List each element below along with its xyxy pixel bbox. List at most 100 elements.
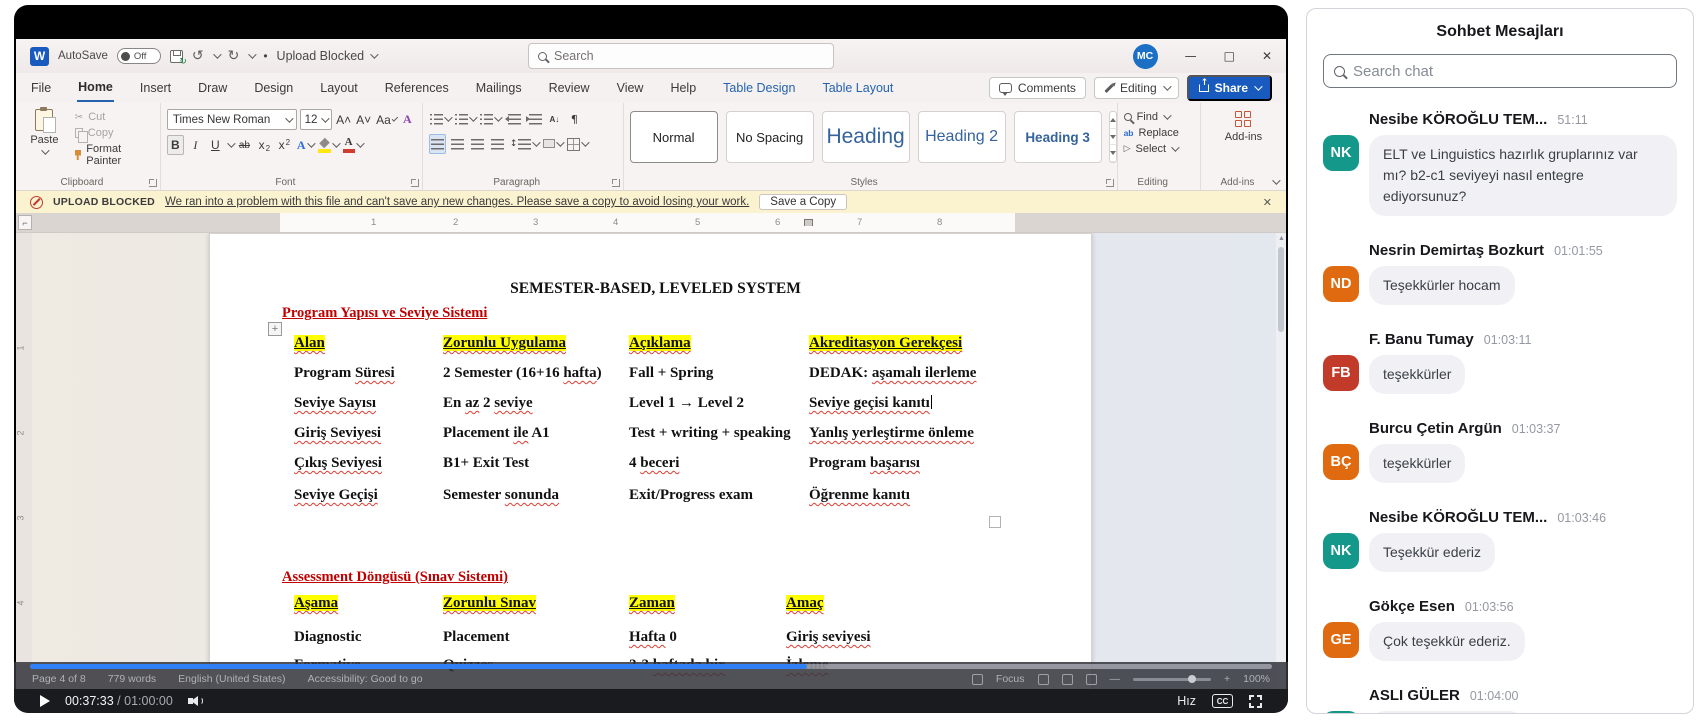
format-painter-button[interactable]: Format Painter: [75, 143, 154, 167]
upload-status-button[interactable]: Upload Blocked: [277, 49, 377, 63]
strikethrough-button[interactable]: ab: [236, 135, 253, 155]
zoom-out-button[interactable]: —: [1110, 673, 1121, 685]
bold-button[interactable]: B: [167, 135, 184, 155]
zoom-level[interactable]: 100%: [1243, 673, 1270, 685]
cut-button[interactable]: ✂Cut: [75, 111, 154, 123]
chat-search-box[interactable]: [1323, 54, 1677, 88]
tab-table-layout[interactable]: Table Layout: [821, 75, 894, 101]
style-normal[interactable]: Normal: [630, 111, 718, 163]
dialog-launcher-icon[interactable]: [1106, 179, 1114, 187]
document-page[interactable]: SEMESTER-BASED, LEVELED SYSTEM Program Y…: [209, 233, 1092, 713]
web-layout-icon[interactable]: [1086, 674, 1097, 685]
comments-button[interactable]: Comments: [989, 77, 1086, 99]
style-heading-3[interactable]: Heading 3: [1014, 111, 1102, 163]
document-scrollbar[interactable]: ▲: [1276, 233, 1286, 713]
share-button[interactable]: ↑ Share: [1187, 75, 1272, 101]
tab-design[interactable]: Design: [253, 75, 294, 101]
print-layout-icon[interactable]: [1062, 674, 1073, 685]
page-indicator[interactable]: Page 4 of 8: [32, 673, 86, 685]
superscript-button[interactable]: x2: [276, 135, 293, 155]
focus-button[interactable]: Focus: [996, 673, 1025, 685]
select-button[interactable]: ▷Select: [1124, 143, 1194, 155]
show-formatting-button[interactable]: ¶: [566, 109, 583, 129]
style-no-spacing[interactable]: No Spacing: [726, 111, 814, 163]
dialog-launcher-icon[interactable]: [411, 179, 419, 187]
user-avatar[interactable]: MC: [1133, 44, 1158, 69]
align-center-button[interactable]: [449, 134, 466, 154]
justify-button[interactable]: [489, 134, 506, 154]
warning-message[interactable]: We ran into a problem with this file and…: [165, 196, 749, 208]
dialog-launcher-icon[interactable]: [612, 179, 620, 187]
playback-speed-button[interactable]: Hız: [1177, 694, 1196, 708]
grow-font-button[interactable]: A˄: [335, 110, 352, 130]
language-indicator[interactable]: English (United States): [178, 673, 285, 685]
borders-button[interactable]: [566, 134, 588, 154]
style-heading-2[interactable]: Heading 2: [918, 111, 1006, 163]
table-move-handle[interactable]: +: [268, 322, 282, 336]
read-mode-icon[interactable]: [1038, 674, 1049, 685]
font-name-select[interactable]: Times New Roman: [167, 109, 297, 130]
redo-icon[interactable]: ↻: [228, 49, 240, 63]
addins-icon[interactable]: [1235, 111, 1251, 127]
shrink-font-button[interactable]: A˅: [355, 110, 372, 130]
volume-icon[interactable]: [188, 695, 204, 707]
tab-layout[interactable]: Layout: [319, 75, 359, 101]
closed-captions-button[interactable]: CC: [1212, 694, 1233, 708]
search-input[interactable]: [554, 49, 824, 63]
minimize-button[interactable]: —: [1185, 49, 1197, 63]
tab-help[interactable]: Help: [669, 75, 697, 101]
tab-table-design[interactable]: Table Design: [722, 75, 796, 101]
scrollbar-thumb[interactable]: [1278, 247, 1284, 332]
text-effects-button[interactable]: A: [296, 135, 314, 155]
tab-selector[interactable]: ⌐: [18, 215, 32, 230]
paste-button[interactable]: Paste: [22, 109, 67, 173]
addins-label[interactable]: Add-ins: [1225, 131, 1262, 143]
dismiss-warning-icon[interactable]: ✕: [1263, 196, 1272, 209]
tab-view[interactable]: View: [616, 75, 645, 101]
font-size-select[interactable]: 12: [300, 109, 333, 130]
decrease-indent-button[interactable]: [504, 109, 522, 129]
dialog-launcher-icon[interactable]: [149, 179, 157, 187]
styles-scrollbar[interactable]: [1109, 111, 1117, 163]
tab-references[interactable]: References: [384, 75, 450, 101]
clear-formatting-button[interactable]: A: [399, 110, 416, 130]
sort-button[interactable]: A↓: [546, 109, 563, 129]
tab-review[interactable]: Review: [548, 75, 591, 101]
undo-chevron-icon[interactable]: [213, 50, 221, 58]
accessibility-status[interactable]: Accessibility: Good to go: [308, 673, 423, 685]
word-count[interactable]: 779 words: [108, 673, 156, 685]
numbered-list-button[interactable]: [454, 109, 476, 129]
tab-insert[interactable]: Insert: [139, 75, 172, 101]
change-case-button[interactable]: Aa: [375, 110, 396, 130]
increase-indent-button[interactable]: [525, 109, 543, 129]
zoom-slider[interactable]: [1133, 678, 1211, 681]
table-column-marker[interactable]: [804, 219, 813, 226]
line-spacing-button[interactable]: ↕: [509, 134, 540, 154]
tab-draw[interactable]: Draw: [197, 75, 228, 101]
style-heading[interactable]: Heading: [822, 111, 910, 163]
undo-icon[interactable]: ↺: [192, 49, 204, 63]
maximize-button[interactable]: □: [1224, 49, 1235, 63]
underline-button[interactable]: U: [207, 135, 224, 155]
word-search-box[interactable]: [528, 43, 834, 69]
close-button[interactable]: ✕: [1262, 49, 1272, 63]
find-button[interactable]: Find: [1124, 111, 1194, 123]
chat-search-input[interactable]: [1353, 63, 1666, 80]
multilevel-list-button[interactable]: [479, 109, 501, 129]
chevron-down-icon[interactable]: [227, 139, 235, 147]
tab-home[interactable]: Home: [77, 74, 114, 102]
editing-mode-button[interactable]: Editing: [1094, 77, 1179, 99]
font-color-button[interactable]: A: [342, 135, 363, 155]
fullscreen-icon[interactable]: [1249, 695, 1262, 708]
autosave-toggle[interactable]: Off: [117, 48, 161, 64]
video-progress-bar[interactable]: [30, 664, 1272, 669]
toolbar-customize-icon[interactable]: [249, 50, 257, 58]
zoom-in-button[interactable]: +: [1224, 673, 1230, 685]
save-a-copy-button[interactable]: Save a Copy: [759, 194, 847, 210]
align-left-button[interactable]: [429, 134, 446, 154]
align-right-button[interactable]: [469, 134, 486, 154]
tab-file[interactable]: File: [30, 75, 52, 101]
zoom-slider-knob[interactable]: [1188, 675, 1196, 683]
italic-button[interactable]: I: [187, 135, 204, 155]
play-button[interactable]: [40, 695, 50, 707]
